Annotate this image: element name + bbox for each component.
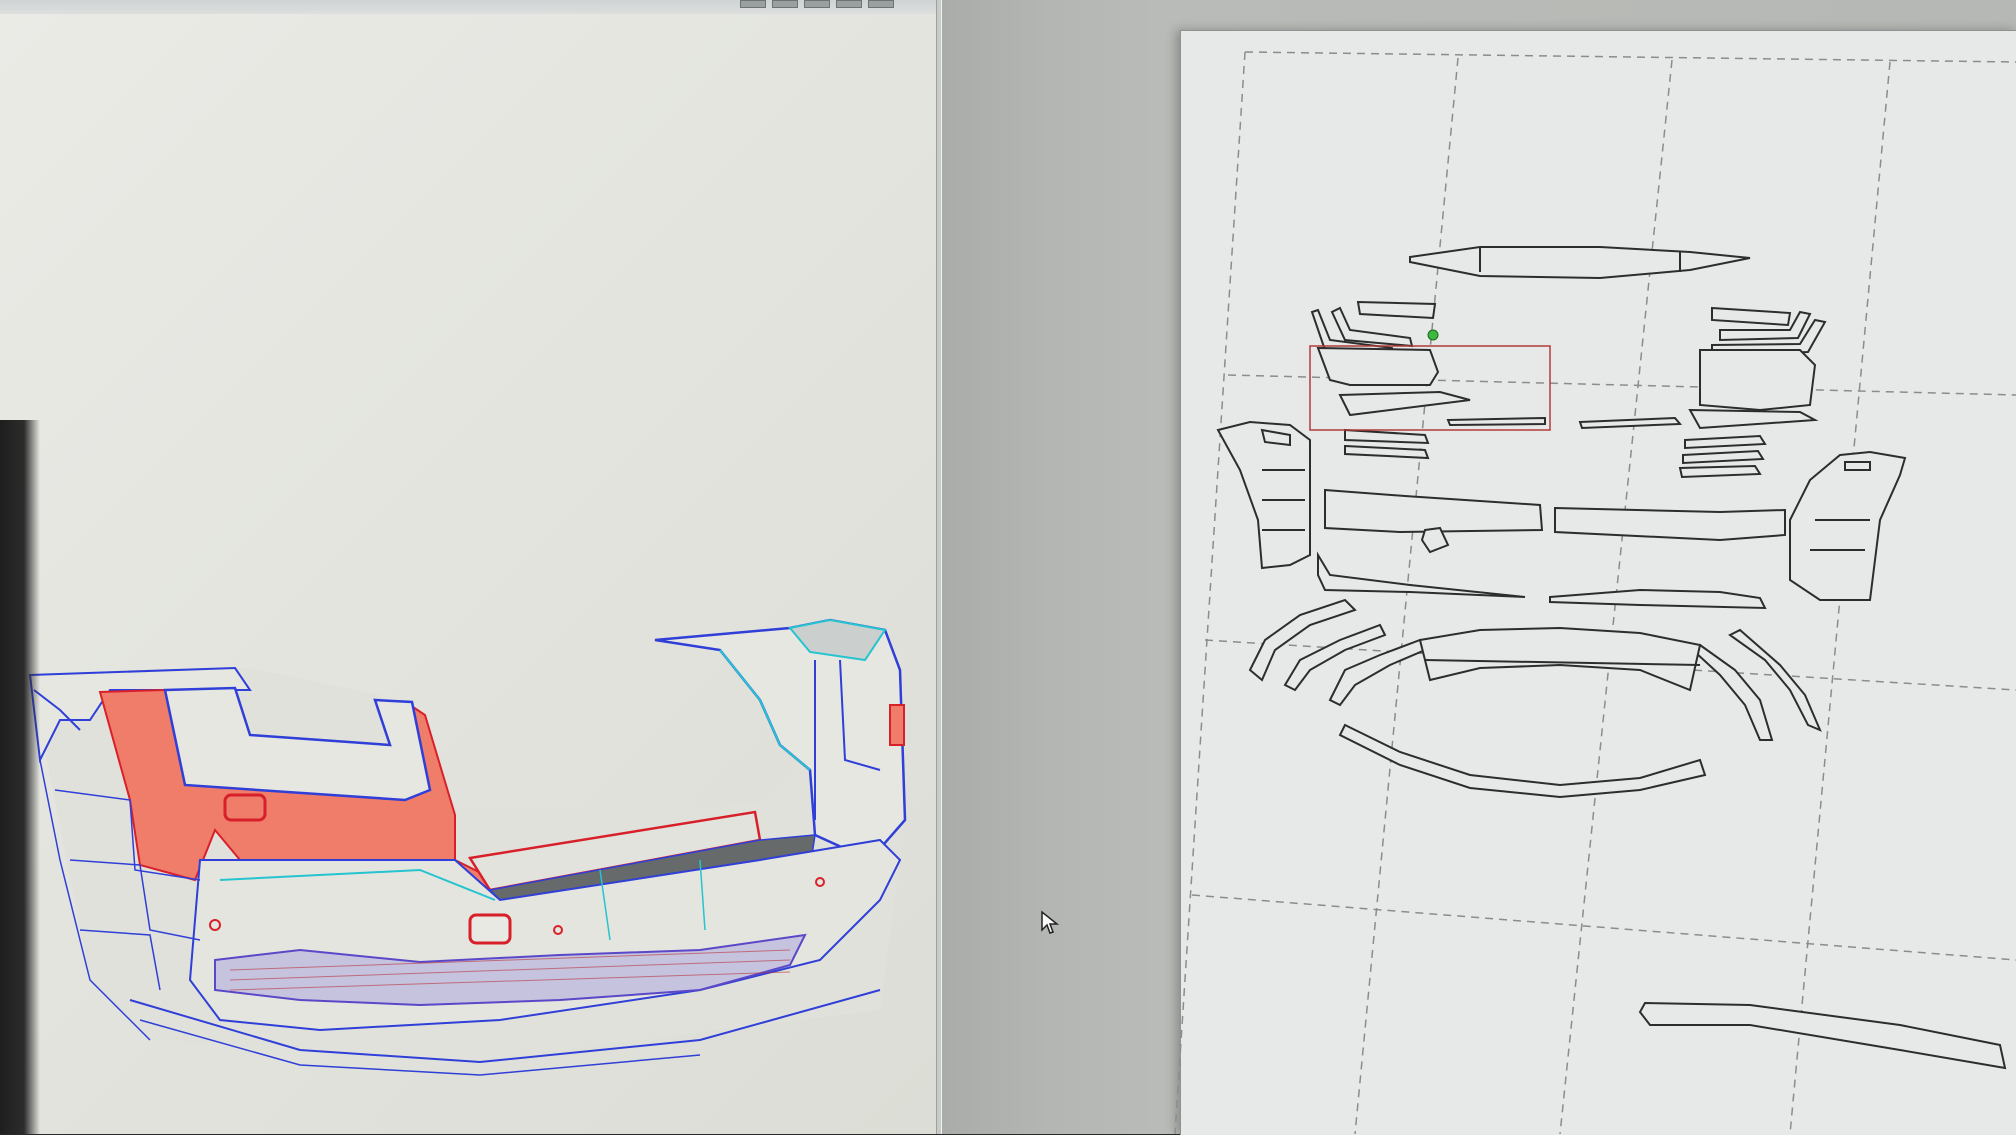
pattern-sheet[interactable] bbox=[1180, 30, 2016, 1135]
tool-icon[interactable] bbox=[772, 0, 798, 8]
tool-icon[interactable] bbox=[740, 0, 766, 8]
monitor-bezel bbox=[0, 420, 40, 1134]
tool-icon[interactable] bbox=[868, 0, 894, 8]
mouse-pointer-icon bbox=[1041, 910, 1060, 934]
3d-model-viewport[interactable] bbox=[0, 0, 938, 1134]
tool-icon[interactable] bbox=[804, 0, 830, 8]
bumper-3d-model[interactable] bbox=[0, 0, 938, 1134]
tool-icon[interactable] bbox=[836, 0, 862, 8]
